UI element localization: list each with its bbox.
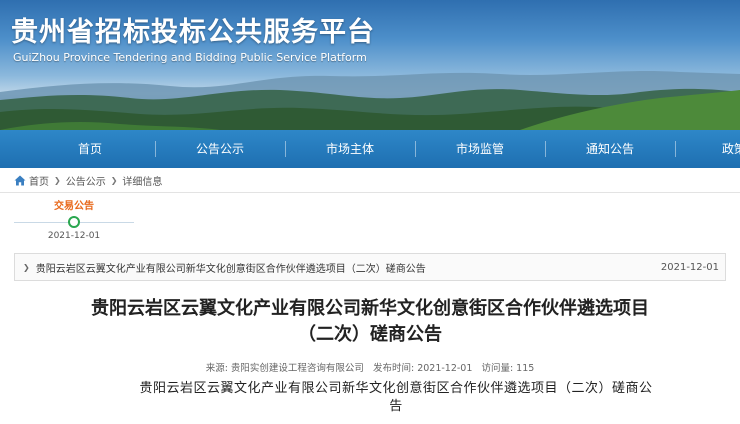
article-body-line-2: 告: [389, 399, 403, 414]
article-source: 来源: 贵阳实创建设工程咨询有限公司: [205, 363, 364, 374]
timeline-date: 2021-12-01: [47, 231, 101, 241]
nav-item-home[interactable]: 首页: [0, 130, 155, 168]
article-title-line-1: 贵阳云岩区云翼文化产业有限公司新华文化创意街区合作伙伴遴选项目: [91, 298, 649, 319]
article-publish-time: 发布时间: 2021-12-01: [372, 363, 473, 374]
article-body-line-1: 贵阳云岩区云翼文化产业有限公司新华文化创意街区合作伙伴遴选项目（二次）磋商公: [139, 381, 653, 396]
article-title: 贵阳云岩区云翼文化产业有限公司新华文化创意街区合作伙伴遴选项目 （二次）磋商公告: [20, 296, 720, 348]
timeline-track: [14, 216, 134, 228]
article-meta: 来源: 贵阳实创建设工程咨询有限公司 发布时间: 2021-12-01 访问量:…: [0, 360, 740, 374]
nav-item-announcements[interactable]: 公告公示: [155, 130, 285, 168]
nav-item-notices[interactable]: 通知公告: [545, 130, 675, 168]
breadcrumb: 首页 ❯ 公告公示 ❯ 详细信息: [14, 172, 162, 188]
notice-title[interactable]: 贵阳云岩区云翼文化产业有限公司新华文化创意街区合作伙伴遴选项目（二次）磋商公告: [36, 260, 661, 275]
chevron-right-icon: ❯: [23, 262, 30, 272]
divider: [0, 192, 740, 193]
chevron-right-icon: ❯: [110, 175, 118, 185]
breadcrumb-home[interactable]: 首页: [29, 173, 49, 188]
notice-date: 2021-12-01: [660, 261, 719, 273]
nav-item-policies[interactable]: 政策法: [675, 130, 740, 168]
main-nav: 首页 公告公示 市场主体 市场监管 通知公告 政策法: [0, 130, 740, 168]
site-title: 贵州省招标投标公共服务平台: [11, 17, 375, 48]
header-banner: 贵州省招标投标公共服务平台 GuiZhou Province Tendering…: [0, 0, 740, 130]
nav-item-market-supervision[interactable]: 市场监管: [415, 130, 545, 168]
breadcrumb-current: 详细信息: [122, 176, 163, 188]
site-subtitle: GuiZhou Province Tendering and Bidding P…: [13, 51, 367, 64]
home-icon: [14, 175, 26, 185]
article-body: 贵阳云岩区云翼文化产业有限公司新华文化创意街区合作伙伴遴选项目（二次）磋商公 告: [66, 380, 726, 416]
breadcrumb-announcements[interactable]: 公告公示: [66, 173, 106, 188]
nav-item-market-entities[interactable]: 市场主体: [285, 130, 415, 168]
article-title-line-2: （二次）磋商公告: [298, 324, 442, 345]
notice-list-item[interactable]: ❯ 贵阳云岩区云翼文化产业有限公司新华文化创意街区合作伙伴遴选项目（二次）磋商公…: [14, 253, 726, 281]
article-views: 访问量: 115: [481, 363, 535, 374]
timeline-stage-label[interactable]: 交易公告: [14, 196, 134, 214]
timeline: 交易公告 2021-12-01: [14, 196, 134, 246]
timeline-node[interactable]: [68, 216, 80, 228]
chevron-right-icon: ❯: [54, 175, 61, 185]
